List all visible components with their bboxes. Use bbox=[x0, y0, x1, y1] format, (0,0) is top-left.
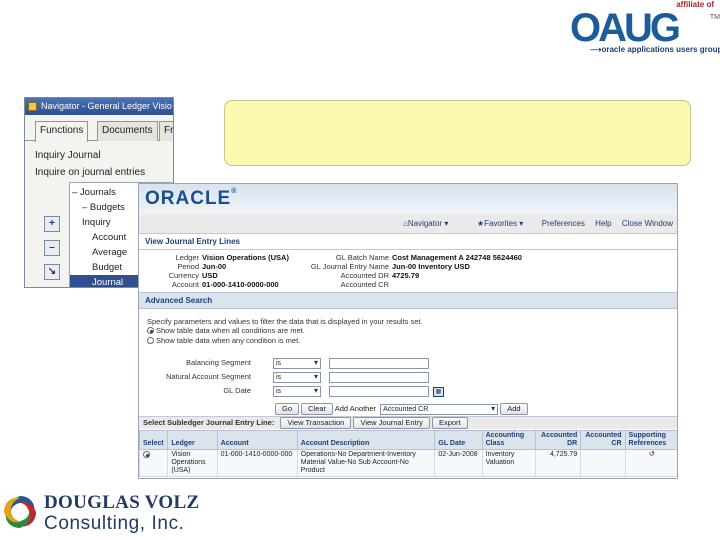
col-account: Account bbox=[216, 430, 298, 450]
go-button[interactable]: Go bbox=[275, 403, 300, 415]
navigator-item-title: Inquiry Journal bbox=[35, 150, 101, 161]
table-toolbar: Select Subledger Journal Entry Line: Vie… bbox=[139, 416, 677, 430]
field-account: Account 01-000-1410-0000-000 bbox=[171, 280, 279, 289]
date-input[interactable] bbox=[329, 386, 429, 397]
row-radio-icon[interactable] bbox=[143, 451, 150, 458]
cell-accounting-class: Inventory Valuation bbox=[481, 449, 537, 477]
swirl-logo-icon bbox=[4, 496, 36, 528]
calendar-icon[interactable]: ▦ bbox=[433, 386, 444, 397]
global-links: Preferences Help Close Window bbox=[534, 219, 673, 228]
radio-selected-icon[interactable] bbox=[147, 327, 154, 334]
cell-account: 01-000-1410-0000-000 bbox=[216, 449, 298, 477]
operator-select[interactable]: is bbox=[273, 386, 321, 397]
douglas-volz-subtitle: Consulting, Inc. bbox=[44, 513, 185, 534]
field-gl-batch-name: GL Batch Name Cost Management A 242748 56… bbox=[335, 253, 522, 262]
col-accounted-dr: Accounted DR bbox=[535, 430, 582, 450]
expand-button[interactable]: + bbox=[44, 216, 60, 232]
tab-documents[interactable]: Documents bbox=[97, 121, 158, 141]
operator-select[interactable]: is bbox=[273, 358, 321, 369]
field-accounted-cr: Accounted CR bbox=[340, 280, 389, 289]
navigator-link[interactable]: ⌂Navigator ▾ bbox=[403, 219, 448, 228]
callout-box bbox=[224, 100, 691, 166]
window-icon bbox=[28, 102, 37, 111]
field-period: Period Jun-00 bbox=[177, 262, 227, 271]
col-account-description: Account Description bbox=[296, 430, 436, 450]
open-button[interactable]: ↘ bbox=[44, 264, 60, 280]
criteria-balancing-segment: Balancing Segment is bbox=[139, 358, 429, 369]
oaug-affiliate-text: affiliate of bbox=[676, 0, 714, 9]
add-button[interactable]: Add bbox=[500, 403, 528, 415]
toolbar-label: Select Subledger Journal Entry Line: bbox=[143, 418, 275, 427]
oracle-global-bar: ⌂Navigator ▾ ★Favorites ▾ Preferences He… bbox=[139, 214, 677, 234]
navigator-title-bar: Navigator - General Ledger Visio bbox=[25, 98, 173, 115]
field-gl-journal-entry-name: GL Journal Entry Name Jun-00 Inventory US… bbox=[310, 262, 470, 271]
col-ledger: Ledger bbox=[167, 430, 218, 450]
radio-any-condition[interactable]: Show table data when any condition is me… bbox=[139, 336, 677, 346]
favorites-link[interactable]: ★Favorites ▾ bbox=[477, 219, 523, 228]
field-currency: Currency USD bbox=[168, 271, 218, 280]
journal-lines-table: Select Ledger Account Account Descriptio… bbox=[139, 430, 677, 477]
advanced-search-header: Advanced Search bbox=[139, 292, 677, 309]
col-gl-date: GL Date bbox=[434, 430, 483, 450]
oracle-window: ORACLE® ⌂Navigator ▾ ★Favorites ▾ Prefer… bbox=[138, 183, 678, 479]
view-journal-entry-button[interactable]: View Journal Entry bbox=[353, 417, 430, 430]
header-fields: Ledger Vision Operations (USA) Period Jun-… bbox=[139, 250, 677, 292]
clear-button[interactable]: Clear bbox=[301, 403, 334, 415]
criteria-gl-date: GL Dateis▦ bbox=[139, 386, 444, 397]
radio-all-conditions[interactable]: Show table data when all conditions are … bbox=[139, 326, 677, 336]
collapse-button[interactable]: – bbox=[44, 240, 60, 256]
add-field-select[interactable]: Accounted CR bbox=[380, 403, 499, 415]
cell-accounted-dr: 4,725.79 bbox=[535, 449, 582, 477]
navigator-buttons: + – ↘ bbox=[44, 216, 62, 287]
radio-empty-icon[interactable] bbox=[147, 337, 154, 344]
value-input[interactable] bbox=[329, 372, 429, 383]
preferences-link[interactable]: Preferences bbox=[542, 219, 585, 228]
value-input[interactable] bbox=[329, 358, 429, 369]
cell-account-description: Operations-No Department-Inventory Mater… bbox=[296, 449, 436, 477]
field-ledger: Ledger Vision Operations (USA) bbox=[175, 253, 289, 262]
navigator-tabs: Functions Documents Fr bbox=[25, 119, 173, 142]
oaug-logo: affiliate of OAUG TM ⟶oracle application… bbox=[566, 0, 720, 60]
close-window-link[interactable]: Close Window bbox=[622, 219, 673, 228]
table-header-row: Select Ledger Account Account Descriptio… bbox=[139, 430, 677, 450]
oracle-header: ORACLE® bbox=[139, 184, 677, 214]
tab-functions[interactable]: Functions bbox=[35, 121, 89, 142]
operator-select[interactable]: is bbox=[273, 372, 321, 383]
col-accounted-cr: Accounted CR bbox=[580, 430, 626, 450]
search-hint: Specify parameters and values to filter … bbox=[147, 317, 423, 326]
oaug-tagline: ⟶oracle applications users group bbox=[590, 45, 720, 54]
col-select: Select bbox=[139, 430, 169, 450]
tab-fr[interactable]: Fr bbox=[159, 121, 173, 141]
supporting-references-icon[interactable]: ↺ bbox=[624, 449, 677, 477]
field-accounted-dr: Accounted DR 4725.79 bbox=[340, 271, 420, 280]
cell-gl-date: 02-Jun-2008 bbox=[434, 449, 483, 477]
cell-ledger: Vision Operations (USA) bbox=[167, 449, 218, 477]
criteria-natural-account-segment: Natural Account Segment is bbox=[139, 372, 429, 383]
navigator-item-desc: Inquire on journal entries bbox=[35, 167, 146, 178]
table-row[interactable]: Vision Operations (USA) 01-000-1410-0000… bbox=[139, 449, 677, 477]
help-link[interactable]: Help bbox=[595, 219, 611, 228]
oaug-trademark: TM bbox=[709, 14, 720, 21]
add-another-label: Add Another bbox=[334, 403, 377, 413]
oaug-wordmark: OAUG bbox=[570, 6, 681, 50]
navigator-title: Navigator - General Ledger Visio bbox=[41, 101, 172, 111]
col-accounting-class: Accounting Class bbox=[481, 430, 537, 450]
view-transaction-button[interactable]: View Transaction bbox=[280, 417, 352, 430]
search-actions: Go Clear Add Another Accounted CR Add bbox=[275, 403, 528, 415]
navigator-info: Inquiry Journal Inquire on journal entri… bbox=[25, 141, 173, 181]
export-button[interactable]: Export bbox=[431, 417, 468, 430]
douglas-volz-logo: DOUGLAS VOLZ Consulting, Inc. bbox=[0, 488, 200, 540]
row-select-cell[interactable] bbox=[139, 449, 169, 477]
section-title: View Journal Entry Lines bbox=[139, 234, 677, 250]
col-supporting-references: Supporting References bbox=[624, 430, 677, 450]
cell-accounted-cr bbox=[580, 449, 626, 477]
oracle-logo: ORACLE® bbox=[145, 188, 238, 209]
douglas-volz-name: DOUGLAS VOLZ bbox=[44, 492, 200, 513]
